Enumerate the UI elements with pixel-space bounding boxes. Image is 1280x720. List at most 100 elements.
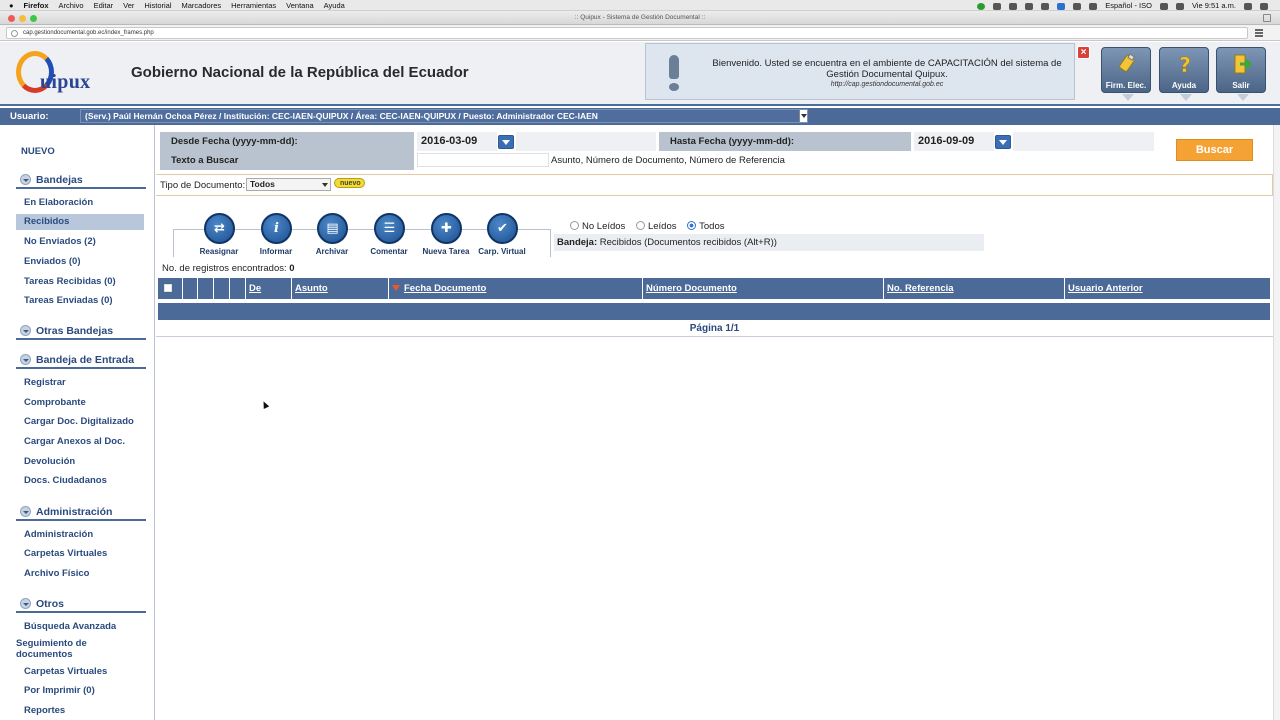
sidebar-item-tareas-recibidas[interactable]: Tareas Recibidas (0) — [16, 276, 144, 287]
texto-buscar-input[interactable] — [417, 153, 549, 167]
section-bandeja-entrada[interactable]: Bandeja de Entrada — [16, 353, 146, 369]
column-numero-documento[interactable]: Número Documento — [643, 278, 884, 299]
column-de[interactable]: De — [246, 278, 292, 299]
collapse-icon[interactable] — [20, 325, 31, 336]
notifications-icon[interactable] — [1260, 3, 1268, 10]
radio-todos[interactable] — [687, 221, 697, 230]
menu-app[interactable]: Firefox — [24, 0, 49, 11]
sidebar-item-busqueda-avanzada[interactable]: Búsqueda Avanzada — [16, 621, 144, 632]
close-window-button[interactable] — [8, 15, 15, 22]
minimize-window-button[interactable] — [19, 15, 26, 22]
menu-editar[interactable]: Editar — [94, 0, 114, 11]
site-info-icon[interactable] — [11, 30, 18, 37]
hamburger-menu-icon[interactable] — [1255, 29, 1263, 37]
comentar-action[interactable]: ☰ Comentar — [359, 213, 419, 257]
radio-no-leidos[interactable] — [570, 221, 579, 230]
desde-calendar-dropdown[interactable] — [498, 135, 514, 149]
status-icon[interactable] — [977, 3, 986, 10]
sidebar-item-archivo-fisico[interactable]: Archivo Físico — [16, 568, 144, 579]
sidebar-item-carpetas-virtuales[interactable]: Carpetas Virtuales — [16, 548, 144, 559]
radio-leidos[interactable] — [635, 221, 645, 230]
record-icon[interactable] — [1041, 3, 1050, 10]
camera-icon[interactable] — [1025, 3, 1034, 10]
select-all-checkbox[interactable] — [164, 284, 172, 292]
buscar-button[interactable]: Buscar — [1176, 139, 1253, 161]
section-bandejas[interactable]: Bandejas — [16, 173, 146, 189]
address-bar[interactable]: cap.gestiondocumental.gob.ec/index_frame… — [6, 27, 1248, 39]
close-banner-button[interactable]: × — [1077, 46, 1090, 59]
firma-electronica-button[interactable]: Firm. Elec. — [1101, 47, 1151, 101]
sort-desc-icon — [392, 285, 400, 291]
sidebar-item-comprobante[interactable]: Comprobante — [16, 397, 144, 408]
hasta-fecha-field[interactable]: 2016-09-09 — [914, 132, 994, 151]
reasignar-action[interactable]: ⇄ Reasignar — [189, 213, 249, 257]
clock[interactable]: Vie 9:51 a.m. — [1192, 0, 1236, 11]
fullscreen-icon[interactable] — [1263, 14, 1271, 22]
archivar-action[interactable]: ▤ Archivar — [302, 213, 362, 257]
bluetooth-icon[interactable] — [1073, 3, 1082, 10]
exit-door-icon — [1234, 54, 1253, 74]
chevron-down-icon[interactable] — [799, 110, 807, 122]
sidebar-item-registrar[interactable]: Registrar — [16, 377, 144, 388]
informar-action[interactable]: i Informar — [246, 213, 306, 257]
section-otros[interactable]: Otros — [16, 597, 146, 613]
collapse-icon[interactable] — [20, 506, 31, 517]
apple-icon[interactable]: ● — [9, 0, 14, 11]
section-otras-bandejas[interactable]: Otras Bandejas — [16, 324, 146, 340]
sidebar-item-en-elaboracion[interactable]: En Elaboración — [16, 197, 144, 208]
menu-archivo[interactable]: Archivo — [59, 0, 84, 11]
column-usuario-anterior[interactable]: Usuario Anterior — [1065, 278, 1270, 299]
sidebar-item-seguimiento[interactable]: Seguimiento de documentos — [16, 638, 116, 660]
new-task-icon: ✚ — [431, 213, 462, 244]
nueva-tarea-action[interactable]: ✚ Nueva Tarea — [416, 213, 476, 257]
page-scrollbar[interactable] — [1273, 125, 1280, 720]
carpeta-virtual-action[interactable]: ✔ Carp. Virtual — [472, 213, 532, 257]
sidebar-item-por-imprimir[interactable]: Por Imprimir (0) — [16, 685, 144, 696]
menu-ver[interactable]: Ver — [123, 0, 134, 11]
sidebar-item-recibidos[interactable]: Recibidos — [16, 214, 144, 230]
sidebar-item-cargar-doc[interactable]: Cargar Doc. Digitalizado — [16, 416, 144, 427]
quipux-logo: uipux — [14, 47, 104, 99]
desde-fecha-field[interactable]: 2016-03-09 — [417, 132, 497, 151]
search-icon[interactable] — [1244, 3, 1252, 10]
tipo-documento-select[interactable]: Todos — [246, 178, 331, 191]
sidebar-nuevo[interactable]: NUEVO — [21, 146, 55, 157]
url-text: cap.gestiondocumental.gob.ec/index_frame… — [23, 30, 154, 36]
sidebar-item-administracion[interactable]: Administración — [16, 529, 144, 540]
column-no-referencia[interactable]: No. Referencia — [884, 278, 1065, 299]
sidebar-item-docs-ciudadanos[interactable]: Docs. Ciudadanos — [16, 475, 144, 486]
sidebar-item-tareas-enviadas[interactable]: Tareas Enviadas (0) — [16, 295, 144, 306]
hasta-calendar-dropdown[interactable] — [995, 135, 1011, 149]
screen-icon[interactable] — [993, 3, 1002, 10]
sidebar-item-no-enviados[interactable]: No Enviados (2) — [16, 236, 144, 247]
input-source[interactable]: Español - ISO — [1105, 0, 1152, 11]
collapse-icon[interactable] — [20, 598, 31, 609]
menu-ventana[interactable]: Ventana — [286, 0, 314, 11]
sidebar-item-cargar-anexos[interactable]: Cargar Anexos al Doc. — [16, 436, 144, 447]
sidebar-item-reportes[interactable]: Reportes — [16, 705, 144, 716]
dropbox-icon[interactable] — [1057, 3, 1066, 10]
menu-marcadores[interactable]: Marcadores — [182, 0, 222, 11]
salir-button[interactable]: Salir — [1216, 47, 1266, 101]
sidebar-item-devolucion[interactable]: Devolución — [16, 456, 144, 467]
collapse-icon[interactable] — [20, 354, 31, 365]
zoom-window-button[interactable] — [30, 15, 37, 22]
battery-icon[interactable] — [1175, 3, 1184, 10]
volume-icon[interactable] — [1089, 3, 1098, 10]
column-asunto[interactable]: Asunto — [292, 278, 389, 299]
sidebar-item-enviados[interactable]: Enviados (0) — [16, 256, 144, 267]
wifi-icon[interactable] — [1159, 3, 1168, 10]
menu-historial[interactable]: Historial — [144, 0, 171, 11]
section-title: Administración — [36, 506, 113, 518]
column-fecha-documento[interactable]: Fecha Documento — [389, 278, 643, 299]
menu-herramientas[interactable]: Herramientas — [231, 0, 276, 11]
section-administracion[interactable]: Administración — [16, 505, 146, 521]
sync-icon[interactable] — [1009, 3, 1018, 10]
ayuda-button[interactable]: ? Ayuda — [1159, 47, 1209, 101]
sidebar-item-carpetas-virtuales-2[interactable]: Carpetas Virtuales — [16, 666, 144, 677]
collapse-icon[interactable] — [20, 174, 31, 185]
section-title: Otros — [36, 598, 65, 610]
usuario-select[interactable]: (Serv.) Paúl Hernán Ochoa Pérez / Instit… — [80, 109, 808, 123]
main-content: Desde Fecha (yyyy-mm-dd): 2016-03-09 Has… — [156, 125, 1273, 720]
menu-ayuda[interactable]: Ayuda — [324, 0, 345, 11]
